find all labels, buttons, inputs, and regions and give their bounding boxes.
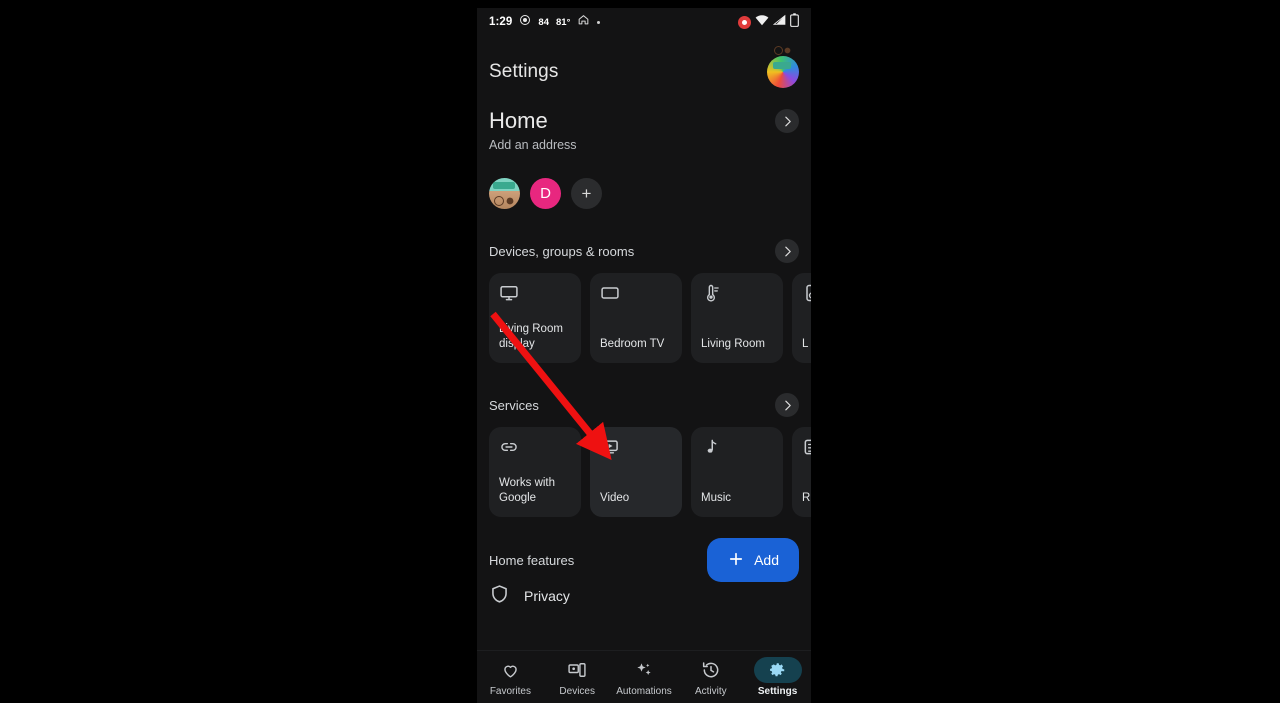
nav-item-settings[interactable]: Settings (744, 657, 811, 697)
shield-icon (489, 583, 510, 609)
history-icon[interactable] (687, 657, 735, 683)
device-card-label: Living Room display (499, 322, 563, 351)
home-title: Home (489, 108, 548, 133)
sparkles-icon[interactable] (620, 657, 668, 683)
services-card-row[interactable]: Works with Google Video Music R (477, 417, 811, 517)
list-item-label: Privacy (524, 588, 570, 604)
device-card-label: Living Room (701, 338, 765, 351)
nav-item-devices[interactable]: Devices (544, 657, 611, 697)
home-features-header: Home features Add (477, 517, 811, 582)
nav-label: Settings (757, 686, 798, 697)
device-card-living-room-display[interactable]: Living Room display (489, 273, 581, 363)
service-card-label: Music (701, 492, 732, 505)
device-card-living-room-thermostat[interactable]: Living Room (691, 273, 783, 363)
music-note-icon (701, 437, 773, 463)
monitor-icon (499, 283, 571, 309)
services-section-title: Services (489, 397, 539, 413)
speaker-icon (802, 283, 811, 309)
wifi-icon (755, 13, 769, 31)
status-time: 1:29 (489, 16, 513, 28)
devices-icon[interactable] (553, 657, 601, 683)
nav-label: Devices (559, 686, 595, 697)
member-avatar-photo[interactable] (489, 178, 520, 209)
nav-item-activity[interactable]: Activity (677, 657, 744, 697)
gear-icon[interactable] (753, 657, 802, 683)
status-bar: 1:29 84 81° (477, 8, 811, 36)
avatar[interactable] (767, 56, 799, 88)
thermostat-icon (701, 283, 773, 309)
battery-icon (790, 12, 799, 32)
cellular-signal-icon (772, 13, 786, 31)
service-card-works-with-google[interactable]: Works with Google (489, 427, 581, 517)
devices-section-header[interactable]: Devices, groups & rooms (477, 209, 811, 263)
device-card-label: Bedroom TV (600, 338, 665, 351)
add-button[interactable]: Add (707, 538, 799, 582)
tv-icon (600, 283, 672, 309)
service-card-partial[interactable]: R (792, 427, 811, 517)
nav-label: Favorites (489, 686, 531, 697)
heart-icon[interactable] (486, 657, 534, 683)
services-section-header[interactable]: Services (477, 363, 811, 417)
page-title: Settings (489, 61, 559, 82)
devices-card-row[interactable]: Living Room display Bedroom TV Living Ro… (477, 263, 811, 363)
device-card-bedroom-tv[interactable]: Bedroom TV (590, 273, 682, 363)
service-card-label: Works with Google (499, 476, 556, 505)
plus-icon (727, 550, 745, 571)
services-chevron-right-icon[interactable] (775, 393, 799, 417)
devices-chevron-right-icon[interactable] (775, 239, 799, 263)
home-header-row[interactable]: Home (477, 100, 811, 134)
record-dot-icon (519, 13, 531, 31)
status-temperature: 81° (556, 16, 571, 28)
device-card-label: L S (802, 338, 811, 351)
routines-icon (802, 437, 811, 463)
home-icon (577, 13, 590, 31)
bottom-navigation: Favorites Devices Automations Activity S… (477, 650, 811, 703)
status-bar-left: 1:29 84 81° (489, 13, 601, 31)
add-member-button[interactable]: + (571, 178, 602, 209)
screenshot-canvas: 1:29 84 81° Settings Home Add an address… (0, 0, 1280, 703)
status-separator-dot (597, 20, 601, 24)
service-card-music[interactable]: Music (691, 427, 783, 517)
home-features-title: Home features (489, 552, 575, 568)
account-avatar-icon[interactable] (767, 56, 799, 88)
member-avatar-letter[interactable]: D (530, 178, 561, 209)
nav-item-favorites[interactable]: Favorites (477, 657, 544, 697)
devices-section-title: Devices, groups & rooms (489, 243, 635, 259)
settings-scroll-content[interactable]: Home Add an address D + Devices, groups … (477, 100, 811, 650)
home-chevron-right-icon[interactable] (775, 109, 799, 133)
device-card-partial[interactable]: L S (792, 273, 811, 363)
phone-screen: 1:29 84 81° Settings Home Add an address… (477, 8, 811, 703)
service-card-label: Video (600, 492, 630, 505)
link-icon (499, 437, 571, 463)
screen-recording-icon (738, 15, 751, 29)
household-members: D + (477, 152, 811, 209)
add-button-label: Add (754, 552, 779, 568)
service-card-label: R (802, 492, 811, 505)
video-play-icon (600, 437, 672, 463)
nav-label: Automations (616, 686, 672, 697)
status-badge-count: 84 (538, 16, 549, 28)
status-bar-right (738, 12, 799, 32)
nav-item-automations[interactable]: Automations (611, 657, 678, 697)
home-address[interactable]: Add an address (477, 134, 811, 152)
app-header: Settings (477, 44, 811, 100)
nav-label: Activity (694, 686, 727, 697)
service-card-video[interactable]: Video (590, 427, 682, 517)
